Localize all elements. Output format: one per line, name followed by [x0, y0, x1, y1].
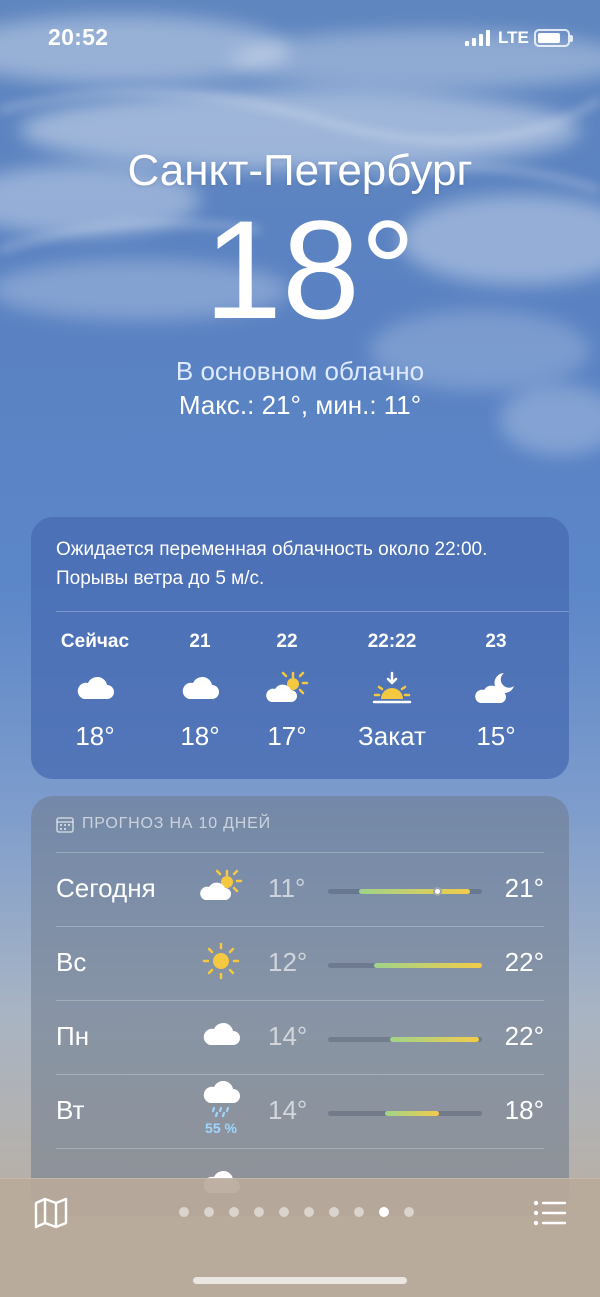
page-dot[interactable]	[179, 1207, 189, 1217]
page-dot[interactable]	[254, 1207, 264, 1217]
day-name: Вс	[56, 947, 87, 977]
max-temp: 22°	[504, 947, 544, 977]
max-temp: 18°	[504, 1095, 544, 1125]
max-temp: 21°	[504, 873, 544, 903]
hour-item: 21 18°	[150, 631, 250, 752]
partly-cloudy-sun-icon	[266, 671, 309, 702]
min-temp: 11°	[268, 873, 306, 903]
page-dot[interactable]	[304, 1207, 314, 1217]
day-row[interactable]: Вт 55 % 14° 18°	[56, 1074, 544, 1148]
city-name: Санкт-Петербург	[127, 146, 473, 195]
hour-temp: 18°	[180, 721, 220, 751]
battery-icon	[534, 29, 573, 47]
page-dot[interactable]	[354, 1207, 364, 1217]
bottom-toolbar	[0, 1178, 600, 1297]
current-temp-marker	[433, 887, 443, 896]
temp-range-bar	[328, 1037, 482, 1042]
temp-range-bar	[328, 887, 482, 896]
min-temp: 12°	[268, 947, 308, 977]
hour-item-partial	[553, 631, 569, 709]
daily-forecast-card[interactable]: ПРОГНОЗ НА 10 ДНЕЙ Сегодня 11° 21° Вс 12…	[31, 796, 569, 1216]
temp-range-fill	[358, 889, 470, 894]
temp-range-fill	[384, 1111, 439, 1116]
cloud-rain-icon: 55 %	[196, 1080, 246, 1136]
sun-icon	[196, 941, 246, 986]
day-row[interactable]: Пн 14° 22°	[56, 1000, 544, 1074]
page-dot[interactable]	[404, 1207, 414, 1217]
forecast-summary: Ожидается переменная облачность около 22…	[56, 539, 488, 589]
signal-icon	[465, 30, 490, 46]
day-row[interactable]: Сегодня 11° 21°	[56, 852, 544, 926]
hour-temp: 18°	[75, 721, 115, 751]
max-temp: 22°	[504, 1021, 544, 1051]
min-temp: 14°	[268, 1095, 308, 1125]
cloud-icon	[77, 676, 114, 699]
daily-header-label: ПРОГНОЗ НА 10 ДНЕЙ	[82, 815, 271, 832]
hour-item: 22 17°	[237, 631, 337, 752]
hour-temp: 15°	[476, 721, 516, 751]
daily-forecast-header: ПРОГНОЗ НА 10 ДНЕЙ	[56, 815, 271, 833]
hour-temp: 17°	[267, 721, 307, 751]
current-condition: В основном облачно	[175, 356, 425, 386]
hour-label: 23	[485, 631, 507, 652]
cloud-icon	[196, 1015, 246, 1060]
hour-item: 22:22 Закат	[342, 631, 442, 752]
hour-label: 21	[189, 631, 211, 652]
status-bar: 20:52 LTE	[0, 0, 600, 76]
day-name: Пн	[56, 1021, 90, 1051]
current-temperature: 18°	[204, 191, 416, 348]
clock: 20:52	[48, 24, 109, 50]
day-name: Сегодня	[56, 873, 156, 903]
day-name: Вт	[56, 1095, 85, 1125]
page-dot[interactable]	[329, 1207, 339, 1217]
precipitation-chance: 55 %	[205, 1120, 237, 1136]
partly-cloudy-moon-icon	[475, 673, 514, 703]
hour-temp: Закат	[358, 721, 426, 751]
cloud-icon	[182, 676, 219, 699]
temp-range-fill	[374, 963, 482, 968]
page-dot[interactable]	[204, 1207, 214, 1217]
hour-label: 22	[276, 631, 298, 652]
hour-item: 23 15°	[446, 631, 546, 752]
temp-range-bar	[328, 963, 482, 968]
map-icon[interactable]	[34, 1197, 68, 1229]
home-indicator	[193, 1277, 407, 1284]
hour-label: 22:22	[367, 631, 417, 652]
page-dot[interactable]	[279, 1207, 289, 1217]
hour-item: Сейчас 18°	[45, 631, 145, 752]
hourly-forecast-card[interactable]: Ожидается переменная облачность около 22…	[31, 517, 569, 779]
hour-label: Сейчас	[60, 631, 130, 652]
min-temp: 14°	[268, 1021, 308, 1051]
day-row[interactable]: Вс 12° 22°	[56, 926, 544, 1000]
calendar-icon	[56, 816, 74, 833]
page-dot[interactable]	[379, 1207, 389, 1217]
page-indicator[interactable]	[179, 1207, 414, 1217]
partly-cloudy-sun-icon	[196, 867, 246, 912]
divider	[56, 611, 569, 612]
list-icon[interactable]	[533, 1199, 567, 1227]
page-dot[interactable]	[229, 1207, 239, 1217]
temp-range-fill	[389, 1037, 479, 1042]
temp-range-bar	[328, 1111, 482, 1116]
network-label: LTE	[498, 28, 529, 47]
high-low: Макс.: 21°, мин.: 11°	[178, 390, 422, 420]
sunset-icon	[372, 671, 412, 704]
